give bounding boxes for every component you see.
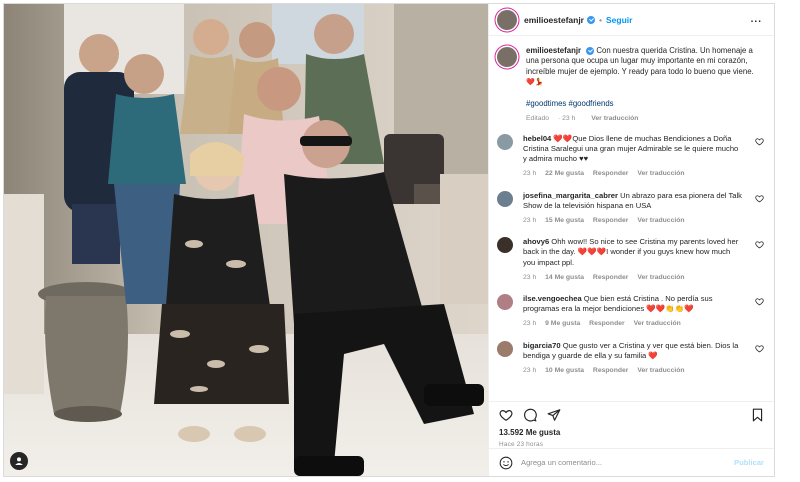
post-photo[interactable] bbox=[4, 4, 488, 476]
user-tag-icon[interactable] bbox=[10, 452, 28, 470]
heart-icon[interactable] bbox=[755, 297, 764, 306]
action-bar bbox=[489, 401, 774, 427]
comment-username[interactable]: josefina_margarita_cabrer bbox=[523, 191, 618, 200]
comment-likes[interactable]: 9 Me gusta bbox=[545, 320, 580, 327]
more-icon[interactable]: ... bbox=[751, 14, 766, 25]
publish-button[interactable]: Publicar bbox=[734, 458, 764, 467]
avatar[interactable] bbox=[497, 47, 517, 67]
see-translation-link[interactable]: Ver traducción bbox=[634, 320, 681, 327]
comment-username[interactable]: hebel04 bbox=[523, 134, 551, 143]
comment: bigarcia70 Que gusto ver a Cristina y ve… bbox=[489, 340, 774, 377]
comment-likes[interactable]: 10 Me gusta bbox=[545, 367, 584, 374]
see-translation-link[interactable]: Ver traducción bbox=[637, 367, 684, 374]
reply-button[interactable]: Responder bbox=[593, 367, 629, 374]
verified-badge-icon bbox=[586, 46, 595, 55]
group-photo-illustration bbox=[4, 4, 488, 476]
bookmark-icon[interactable] bbox=[751, 408, 764, 422]
heart-icon[interactable] bbox=[499, 408, 513, 422]
comment-age: 23 h bbox=[523, 217, 537, 225]
likes-count[interactable]: 13.592 Me gusta bbox=[499, 428, 560, 437]
caption-emojis: ❤️💃 bbox=[526, 79, 544, 87]
hashtag[interactable]: #goodtimes bbox=[526, 99, 566, 108]
reply-button[interactable]: Responder bbox=[593, 217, 629, 224]
comment-username[interactable]: bigarcia70 bbox=[523, 341, 561, 350]
avatar[interactable] bbox=[497, 190, 513, 207]
see-translation-link[interactable]: Ver traducción bbox=[637, 274, 684, 281]
comment-age: 23 h bbox=[523, 320, 537, 328]
separator-dot: • bbox=[599, 14, 602, 25]
heart-icon[interactable] bbox=[755, 240, 764, 249]
share-icon[interactable] bbox=[547, 408, 561, 422]
comment-age: 23 h bbox=[523, 170, 537, 178]
reply-button[interactable]: Responder bbox=[593, 170, 629, 177]
comment-username[interactable]: ahovy6 bbox=[523, 237, 549, 246]
heart-icon[interactable] bbox=[755, 344, 764, 353]
see-translation-link[interactable]: Ver traducción bbox=[591, 115, 638, 122]
comment-likes[interactable]: 15 Me gusta bbox=[545, 217, 584, 224]
see-translation-link[interactable]: Ver traducción bbox=[637, 170, 684, 177]
avatar[interactable] bbox=[497, 9, 517, 30]
caption-edited: Editado · 23 h bbox=[526, 115, 576, 123]
avatar[interactable] bbox=[497, 237, 513, 254]
comment-age: 23 h bbox=[523, 273, 537, 281]
post-time: Hace 23 horas bbox=[499, 441, 544, 448]
comment: ilse.vengoechea Que bien está Cristina .… bbox=[489, 294, 774, 330]
comment: ahovy6 Ohh wow!! So nice to see Cristina… bbox=[489, 237, 774, 283]
reply-button[interactable]: Responder bbox=[593, 274, 629, 281]
comment-likes[interactable]: 14 Me gusta bbox=[545, 274, 584, 281]
caption: emilioestefanjr Con nuestra querida Cris… bbox=[489, 37, 774, 125]
comment-username[interactable]: ilse.vengoechea bbox=[523, 294, 582, 303]
comment: hebel04 ❤️❤️Que Dios llene de muchas Ben… bbox=[489, 133, 774, 180]
reply-button[interactable]: Responder bbox=[589, 320, 625, 327]
comment-icon[interactable] bbox=[523, 408, 537, 422]
comment-likes[interactable]: 22 Me gusta bbox=[545, 170, 584, 177]
heart-icon[interactable] bbox=[755, 194, 764, 203]
comment: josefina_margarita_cabrer Un abrazo para… bbox=[489, 190, 774, 227]
heart-icon[interactable] bbox=[755, 137, 764, 146]
post-header: emilioestefanjr • Seguir ... bbox=[489, 4, 774, 36]
post-window: emilioestefanjr • Seguir ... emilioestef… bbox=[3, 3, 775, 477]
comment-input[interactable]: Agrega un comentario... bbox=[521, 458, 734, 467]
emoji-icon[interactable] bbox=[499, 456, 513, 470]
comment-age: 23 h bbox=[523, 367, 537, 375]
verified-badge-icon bbox=[587, 15, 595, 24]
comment-text: ❤️❤️Que Dios llene de muchas Bendiciones… bbox=[523, 133, 739, 164]
avatar[interactable] bbox=[497, 340, 513, 357]
comment-text: Ohh wow!! So nice to see Cristina my par… bbox=[523, 237, 739, 267]
post-details-panel: emilioestefanjr • Seguir ... emilioestef… bbox=[488, 4, 774, 476]
hashtag[interactable]: #goodfriends bbox=[568, 99, 613, 108]
avatar[interactable] bbox=[497, 294, 513, 311]
comments-list[interactable]: emilioestefanjr Con nuestra querida Cris… bbox=[489, 37, 774, 401]
add-comment-bar: Agrega un comentario... Publicar bbox=[489, 448, 774, 476]
avatar[interactable] bbox=[497, 133, 513, 150]
header-username[interactable]: emilioestefanjr bbox=[524, 15, 584, 25]
caption-username[interactable]: emilioestefanjr bbox=[526, 46, 581, 55]
follow-button[interactable]: Seguir bbox=[606, 15, 632, 25]
see-translation-link[interactable]: Ver traducción bbox=[637, 217, 684, 224]
